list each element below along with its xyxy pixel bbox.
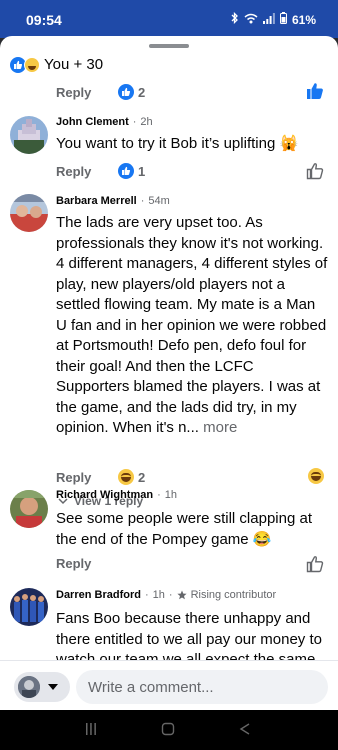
home-icon[interactable] [161, 722, 175, 741]
comment-time[interactable]: 2h [140, 116, 152, 128]
comment-header: Barbara Merrell · 54m [56, 195, 170, 207]
comment-text: The lads are very upset too. As professi… [56, 213, 330, 439]
drag-handle[interactable] [149, 44, 189, 48]
reply-button[interactable]: Reply [56, 85, 118, 100]
thumbs-up-outline-icon [306, 556, 324, 573]
comment-time[interactable]: 54m [148, 195, 169, 207]
comment-header: Darren Bradford · 1h · Rising contributo… [56, 589, 277, 601]
bluetooth-icon [231, 11, 239, 27]
avatar[interactable] [10, 116, 48, 154]
like-button[interactable] [306, 82, 324, 105]
author-name[interactable]: Darren Bradford [56, 589, 141, 601]
author-name[interactable]: Barbara Merrell [56, 195, 137, 207]
battery-percentage: 61% [291, 12, 316, 27]
post-reactions-summary[interactable]: You + 30 [10, 56, 103, 73]
author-name[interactable]: John Clement [56, 116, 129, 128]
avatar[interactable] [10, 194, 48, 232]
comment-composer [0, 660, 338, 710]
comment-actions: Reply 2 [56, 84, 145, 100]
reaction-count[interactable]: 2 [118, 84, 145, 100]
contributor-badge: Rising contributor [190, 589, 277, 601]
reaction-button[interactable] [308, 468, 324, 489]
comment-actions: Reply 1 [56, 163, 145, 179]
back-icon[interactable] [238, 722, 252, 741]
comment-actions: Reply [56, 556, 118, 571]
comment-header: John Clement · 2h [56, 116, 153, 128]
battery-icon [279, 12, 287, 27]
comment-time[interactable]: 1h [165, 489, 177, 501]
like-icon [118, 163, 134, 179]
reply-button[interactable]: Reply [56, 556, 118, 571]
signal-icon [262, 12, 275, 27]
haha-emoji-icon [308, 468, 324, 484]
haha-emoji-icon [118, 469, 134, 485]
thumbs-up-outline-icon [306, 163, 324, 180]
system-nav-bar [0, 710, 338, 750]
comment-header: Richard Wightman · 1h [56, 489, 177, 501]
star-icon [176, 590, 187, 600]
status-time: 09:54 [26, 12, 62, 28]
reply-button[interactable]: Reply [56, 470, 118, 485]
see-more-link[interactable]: more [203, 419, 237, 436]
wifi-icon [244, 13, 258, 27]
avatar[interactable] [10, 588, 48, 626]
profile-switcher[interactable] [14, 672, 70, 702]
comment-actions: Reply 2 [56, 469, 145, 485]
status-icons: 61% [231, 11, 316, 27]
comments-sheet: You + 30 Reply 2 John Clement · 2h You w… [0, 36, 338, 710]
reaction-count[interactable]: 2 [118, 469, 145, 485]
like-button[interactable] [306, 555, 324, 578]
like-button[interactable] [306, 162, 324, 185]
like-icon [118, 84, 134, 100]
comment-text: You want to try it Bob it’s uplifting 🙀 [56, 135, 299, 152]
comment-body: The lads are very upset too. As professi… [56, 214, 328, 436]
avatar [18, 676, 40, 698]
author-name[interactable]: Richard Wightman [56, 489, 153, 501]
thumbs-up-filled-icon [307, 83, 323, 99]
comment-input[interactable] [76, 670, 328, 704]
comment-text: See some people were still clapping at t… [56, 510, 312, 548]
reply-button[interactable]: Reply [56, 164, 118, 179]
reaction-count[interactable]: 1 [118, 163, 145, 179]
reactions-count: You + 30 [44, 56, 104, 73]
comment-time[interactable]: 1h [153, 589, 165, 601]
status-bar: 09:54 61% [0, 0, 338, 38]
avatar[interactable] [10, 490, 48, 528]
haha-reaction-icon [24, 56, 40, 73]
recent-apps-icon[interactable] [84, 722, 98, 741]
caret-down-icon [48, 684, 58, 690]
